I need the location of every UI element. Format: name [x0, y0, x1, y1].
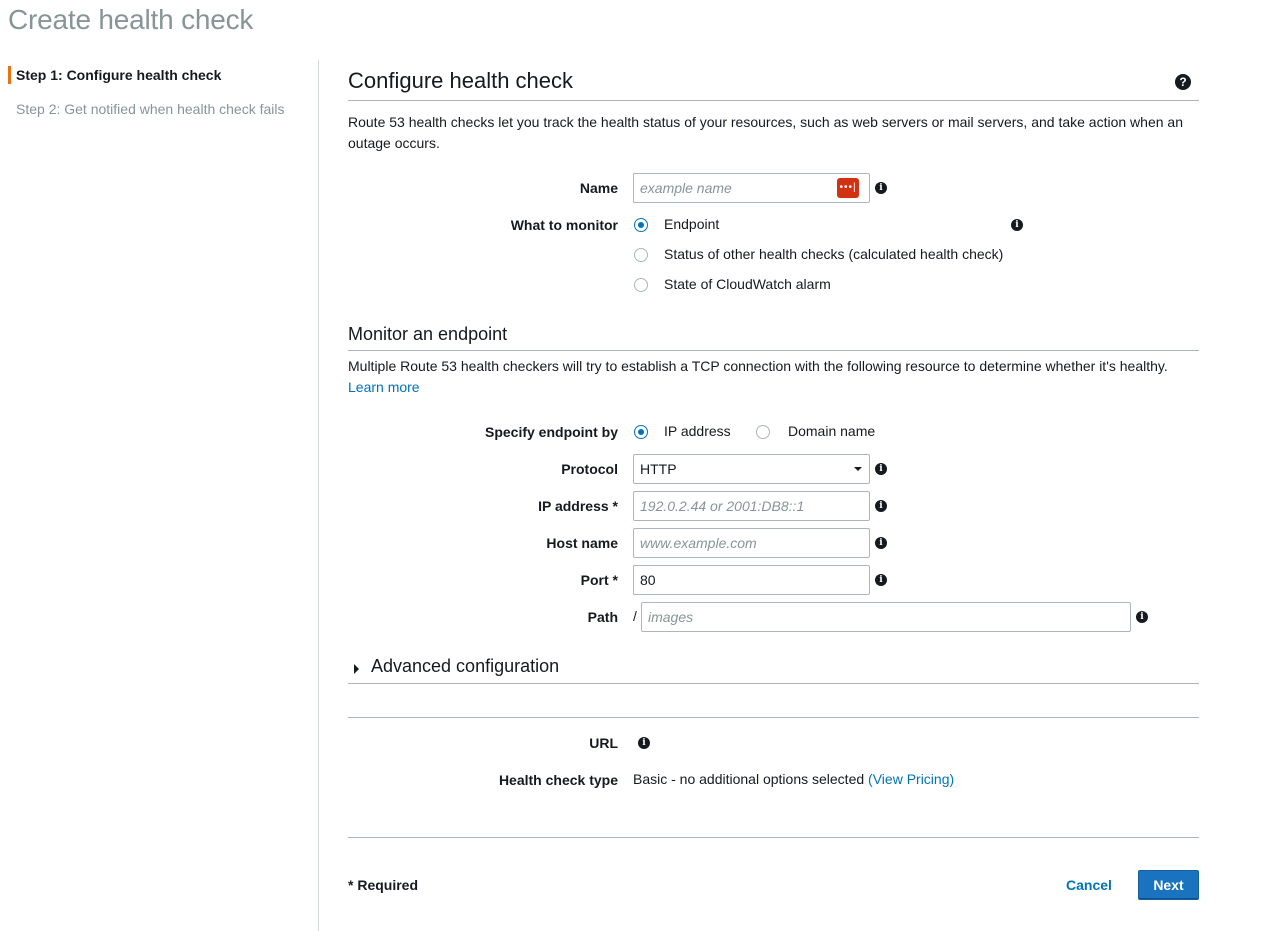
next-button[interactable]: Next	[1138, 870, 1199, 900]
path-input[interactable]	[641, 602, 1131, 632]
endpoint-heading: Monitor an endpoint	[348, 324, 508, 344]
ip-address-label: IP address *	[538, 498, 618, 514]
host-name-info-icon[interactable]: i	[875, 537, 887, 549]
wizard-steps-sidebar: Step 1: Configure health check Step 2: G…	[0, 60, 319, 931]
path-prefix: /	[633, 608, 637, 624]
caret-right-icon	[354, 664, 359, 674]
endpoint-description: Multiple Route 53 health checkers will t…	[348, 356, 1199, 398]
name-label: Name	[579, 180, 618, 196]
specify-domain-radio[interactable]	[756, 425, 770, 439]
monitor-endpoint-radio[interactable]	[634, 218, 648, 232]
monitor-cloudwatch-label[interactable]: State of CloudWatch alarm	[664, 276, 831, 292]
endpoint-section-header: Monitor an endpoint	[348, 324, 1199, 351]
advanced-config-toggle[interactable]: Advanced configuration	[348, 656, 1199, 684]
port-label: Port *	[580, 572, 618, 588]
protocol-value: HTTP	[640, 461, 677, 477]
cancel-button[interactable]: Cancel	[1066, 877, 1112, 893]
view-pricing-link[interactable]: (View Pricing)	[868, 771, 954, 787]
monitor-calculated-label[interactable]: Status of other health checks (calculate…	[664, 246, 1003, 262]
port-info-icon[interactable]: i	[875, 574, 887, 586]
monitor-label: What to monitor	[510, 217, 618, 233]
password-manager-icon[interactable]: •••|	[837, 178, 859, 198]
protocol-info-icon[interactable]: i	[875, 463, 887, 475]
page-title: Create health check	[8, 4, 254, 35]
divider	[348, 717, 1199, 718]
protocol-label: Protocol	[561, 461, 618, 477]
monitor-cloudwatch-radio[interactable]	[634, 278, 648, 292]
learn-more-link[interactable]: Learn more	[348, 379, 420, 395]
path-label: Path	[587, 609, 618, 625]
endpoint-description-text: Multiple Route 53 health checkers will t…	[348, 358, 1168, 374]
monitor-calculated-radio[interactable]	[634, 248, 648, 262]
advanced-config-label[interactable]: Advanced configuration	[371, 656, 559, 677]
url-label: URL	[589, 735, 618, 751]
port-input[interactable]	[633, 565, 870, 595]
configure-heading: Configure health check	[348, 68, 574, 93]
specify-ip-label[interactable]: IP address	[664, 423, 731, 439]
required-note: * Required	[348, 877, 419, 893]
specify-ip-radio[interactable]	[634, 425, 648, 439]
step-1-configure[interactable]: Step 1: Configure health check	[8, 66, 221, 84]
monitor-info-icon[interactable]: i	[1011, 219, 1023, 231]
health-check-type-text: Basic - no additional options selected	[633, 771, 865, 787]
step-2-notify[interactable]: Step 2: Get notified when health check f…	[8, 100, 285, 118]
host-name-label: Host name	[546, 535, 618, 551]
configure-section-header: Configure health check ?	[348, 68, 1199, 101]
chevron-down-icon	[854, 467, 862, 471]
health-check-type-value: Basic - no additional options selected (…	[633, 771, 954, 787]
protocol-select[interactable]: HTTP	[633, 454, 870, 484]
health-check-type-label: Health check type	[498, 772, 618, 788]
name-input[interactable]	[633, 173, 870, 203]
monitor-endpoint-label[interactable]: Endpoint	[664, 216, 719, 232]
ip-address-input[interactable]	[633, 491, 870, 521]
specify-domain-label[interactable]: Domain name	[788, 423, 875, 439]
host-name-input[interactable]	[633, 528, 870, 558]
path-info-icon[interactable]: i	[1136, 611, 1148, 623]
question-circle-icon[interactable]: ?	[1175, 74, 1191, 90]
ip-address-info-icon[interactable]: i	[875, 500, 887, 512]
name-info-icon[interactable]: i	[875, 182, 887, 194]
specify-endpoint-label: Specify endpoint by	[484, 424, 618, 440]
url-info-icon[interactable]: i	[638, 737, 650, 749]
main-panel: Configure health check ? Route 53 health…	[348, 0, 1199, 931]
divider	[348, 837, 1199, 838]
configure-description: Route 53 health checks let you track the…	[348, 114, 1183, 151]
